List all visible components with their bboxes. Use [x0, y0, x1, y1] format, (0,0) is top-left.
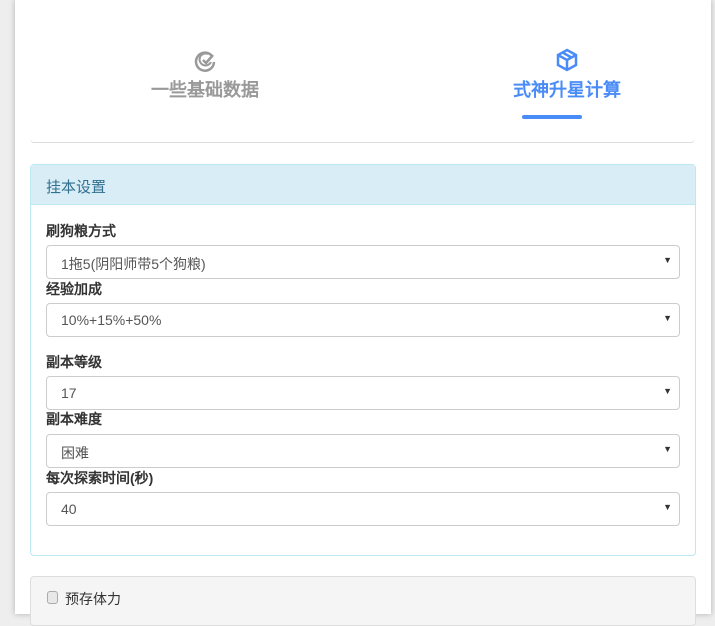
check-circle-icon: [194, 51, 216, 72]
caret-down-icon: ▼: [663, 386, 672, 396]
caret-down-icon: ▼: [663, 255, 672, 265]
active-tab-indicator: [522, 115, 582, 119]
dungeon-difficulty-select[interactable]: 困难 ▼: [46, 434, 680, 468]
caret-down-icon: ▼: [663, 313, 672, 323]
field-label: 每次探索时间(秒): [46, 470, 154, 486]
tab-label: 式神升星计算: [513, 80, 621, 100]
dungeon-level-select[interactable]: 17 ▼: [46, 376, 680, 410]
main-card: 一些基础数据 式神升星计算 挂本设置 刷狗粮方式 1拖5(阴阳师带5个狗粮) ▼ …: [15, 0, 711, 626]
select-value: 困难: [61, 445, 89, 461]
farming-settings-panel: 挂本设置 刷狗粮方式 1拖5(阴阳师带5个狗粮) ▼ 经验加成 10%+15%+5…: [30, 164, 696, 556]
farming-method-select[interactable]: 1拖5(阴阳师带5个狗粮) ▼: [46, 245, 680, 279]
field-label: 刷狗粮方式: [46, 223, 116, 239]
select-value: 10%+15%+50%: [61, 312, 162, 328]
caret-down-icon: ▼: [663, 502, 672, 512]
field-label: 经验加成: [46, 281, 102, 297]
panel-title: 挂本设置: [31, 165, 695, 205]
exp-bonus-select[interactable]: 10%+15%+50% ▼: [46, 303, 680, 337]
explore-time-select[interactable]: 40 ▼: [46, 492, 680, 526]
reserve-stamina-label[interactable]: 预存体力: [65, 589, 121, 609]
tab-label: 一些基础数据: [151, 80, 259, 100]
select-value: 17: [61, 385, 77, 401]
select-value: 1拖5(阴阳师带5个狗粮): [61, 256, 206, 272]
reserve-stamina-panel: 预存体力: [30, 576, 696, 626]
cube-icon: [556, 48, 578, 72]
tab-shikigami-star[interactable]: 式神升星计算: [467, 48, 667, 102]
field-label: 副本难度: [46, 411, 102, 427]
caret-down-icon: ▼: [663, 444, 672, 454]
tab-basic-data[interactable]: 一些基础数据: [105, 48, 305, 102]
reserve-stamina-checkbox[interactable]: [47, 591, 58, 604]
select-value: 40: [61, 501, 77, 517]
tab-bar: 一些基础数据 式神升星计算: [30, 0, 695, 143]
field-label: 副本等级: [46, 354, 102, 370]
